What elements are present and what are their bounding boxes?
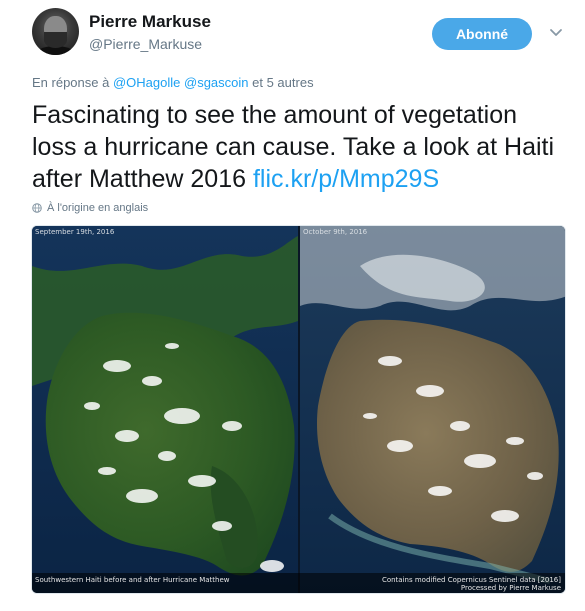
author-screen-name[interactable]: @Pierre_Markuse	[89, 36, 202, 52]
media-credit-line1: Contains modified Copernicus Sentinel da…	[381, 576, 561, 584]
chevron-down-icon[interactable]	[548, 24, 564, 40]
author-display-name[interactable]: Pierre Markuse	[89, 12, 211, 32]
tweet-link[interactable]: flic.kr/p/Mmp29S	[253, 165, 439, 193]
avatar[interactable]	[32, 8, 79, 55]
satellite-after-image	[300, 226, 565, 593]
before-image-panel: September 19th, 2016	[32, 226, 298, 593]
reply-context: En réponse à @OHagolle @sgascoin et 5 au…	[32, 75, 314, 90]
reply-suffix[interactable]: et 5 autres	[252, 75, 313, 90]
reply-mention-ohagolle[interactable]: @OHagolle	[113, 75, 180, 90]
tweet-media-image[interactable]: September 19th, 2016 October 9th, 2016 S…	[31, 225, 566, 594]
after-image-panel: October 9th, 2016	[300, 226, 565, 593]
before-date-label: September 19th, 2016	[35, 228, 115, 236]
translation-label: À l'origine en anglais	[47, 202, 149, 214]
globe-icon	[32, 203, 42, 213]
translation-note[interactable]: À l'origine en anglais	[32, 202, 148, 214]
satellite-before-image	[32, 226, 298, 593]
tweet-text: Fascinating to see the amount of vegetat…	[32, 99, 562, 195]
media-credit-line2: Processed by Pierre Markuse	[460, 584, 561, 592]
media-caption: Southwestern Haiti before and after Hurr…	[35, 576, 230, 584]
reply-mention-sgascoin[interactable]: @sgascoin	[184, 75, 249, 90]
reply-prefix: En réponse à	[32, 75, 110, 90]
after-date-label: October 9th, 2016	[303, 228, 368, 236]
tweet-header: Pierre Markuse @Pierre_Markuse Abonné	[32, 8, 572, 60]
follow-button[interactable]: Abonné	[432, 18, 532, 50]
